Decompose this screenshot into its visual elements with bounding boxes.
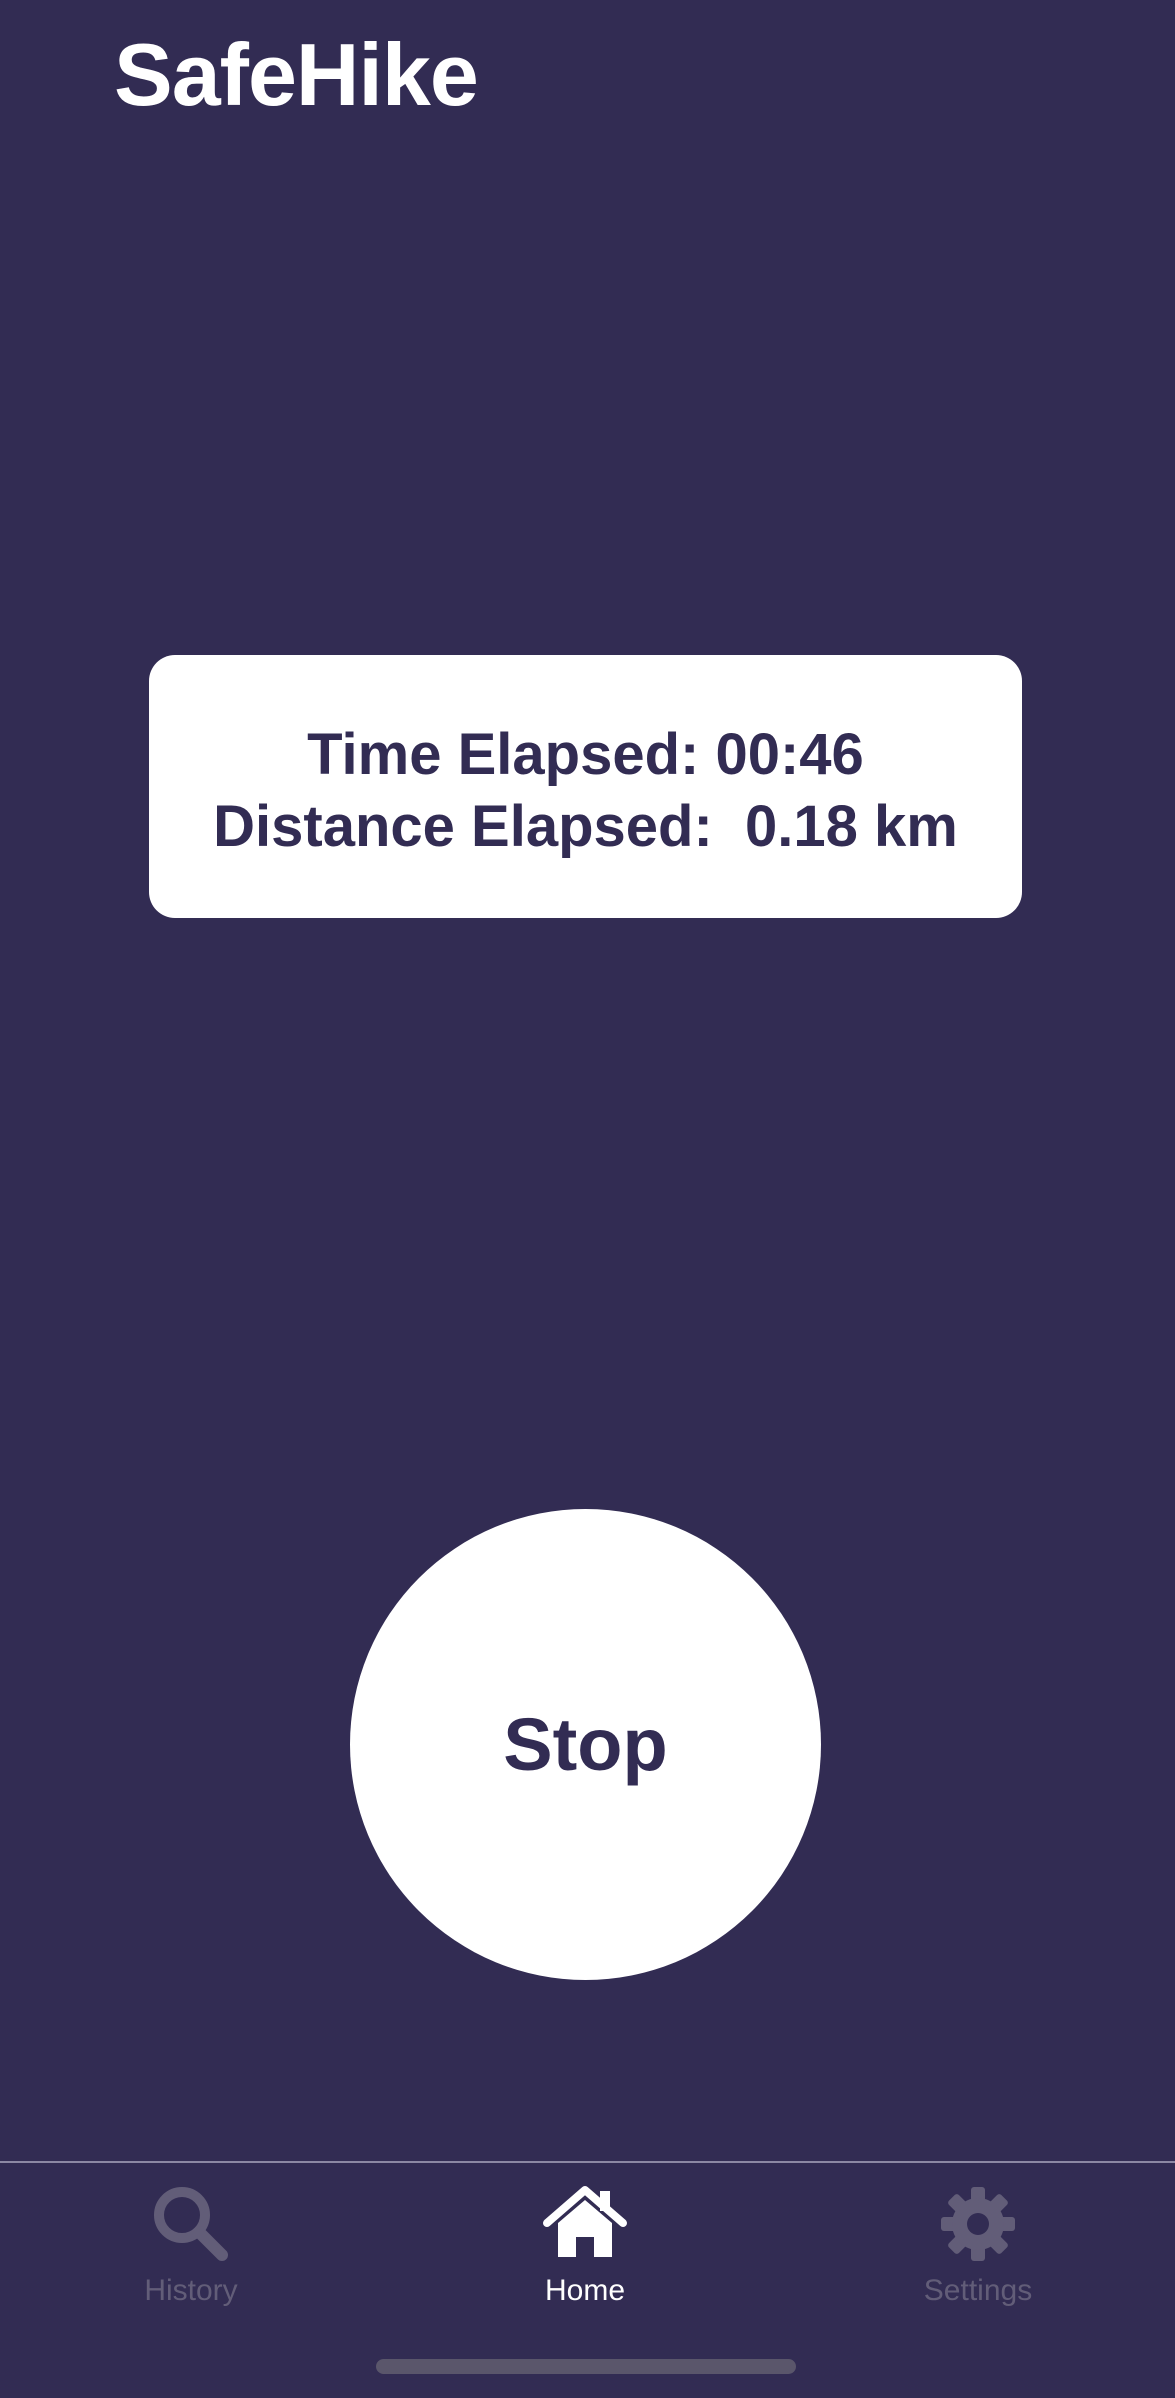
time-elapsed-text: Time Elapsed: 00:46 xyxy=(307,721,864,787)
stats-card: Time Elapsed: 00:46 Distance Elapsed: 0.… xyxy=(149,655,1022,918)
distance-elapsed-text: Distance Elapsed: 0.18 km xyxy=(213,793,958,859)
gear-icon xyxy=(935,2181,1021,2267)
stop-button-label: Stop xyxy=(503,1703,668,1786)
search-icon xyxy=(148,2181,234,2267)
app-title: SafeHike xyxy=(114,25,479,124)
tab-history-label: History xyxy=(144,2274,238,2307)
tab-settings-label: Settings xyxy=(923,2274,1033,2307)
tab-history[interactable]: History xyxy=(61,2181,321,2321)
stop-button[interactable]: Stop xyxy=(350,1509,821,1980)
home-indicator xyxy=(376,2359,796,2374)
tab-settings[interactable]: Settings xyxy=(848,2181,1108,2321)
tab-home[interactable]: Home xyxy=(455,2181,715,2321)
tab-home-label: Home xyxy=(544,2274,626,2307)
home-icon xyxy=(542,2181,628,2267)
